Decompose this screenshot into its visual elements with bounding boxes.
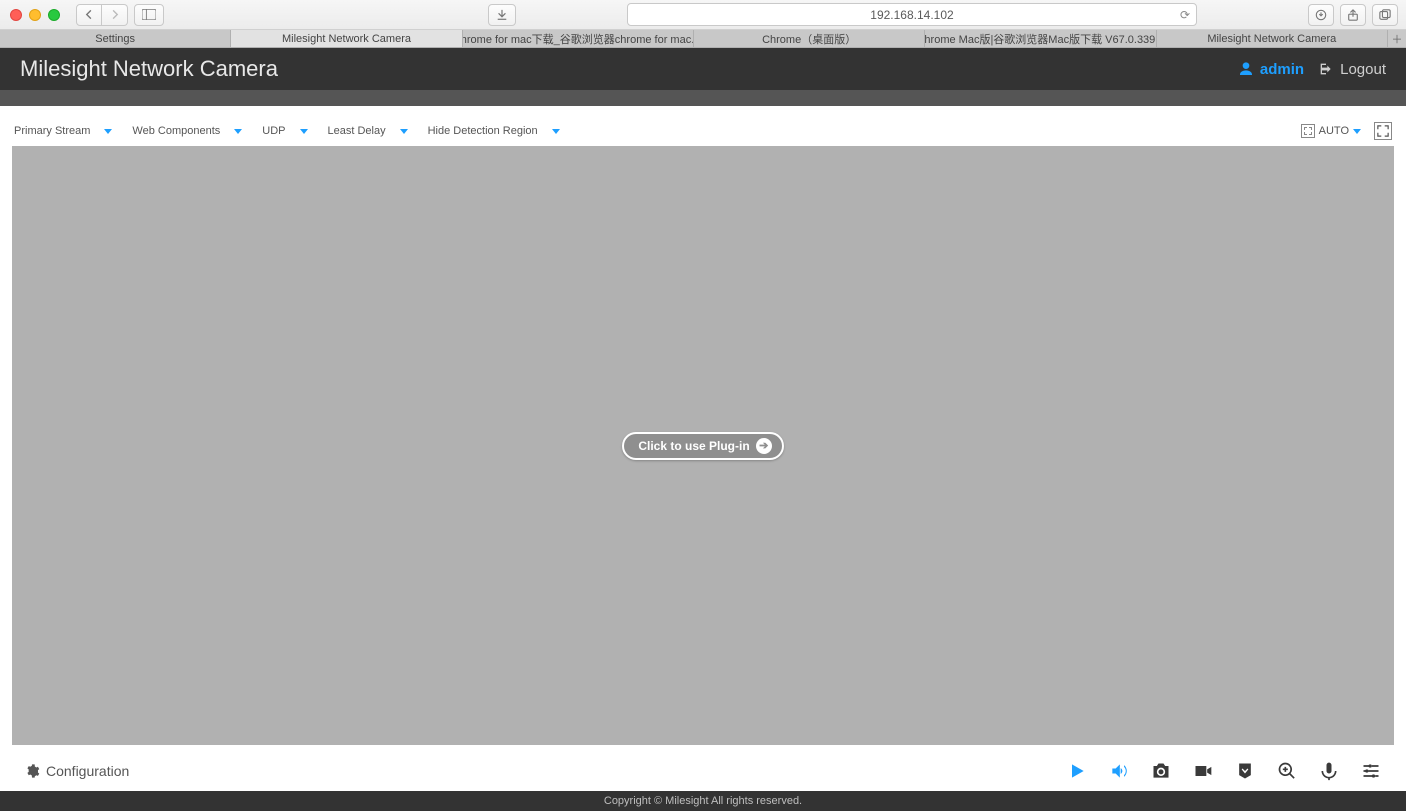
toolbar-right <box>1308 4 1398 26</box>
user-icon <box>1238 61 1254 77</box>
copyright: Copyright © Milesight All rights reserve… <box>604 795 802 807</box>
app-header: Milesight Network Camera admin Logout <box>0 48 1406 90</box>
sliders-icon <box>1361 761 1381 781</box>
chevron-down-icon <box>104 129 112 134</box>
use-plugin-button[interactable]: Click to use Plug-in ➔ <box>622 432 783 460</box>
volume-button[interactable] <box>1108 760 1130 782</box>
tab-milesight-camera-2[interactable]: Milesight Network Camera <box>1157 30 1388 47</box>
tabs-overview-button[interactable] <box>1372 4 1398 26</box>
control-icons <box>1066 760 1382 782</box>
plugin-label: Click to use Plug-in <box>638 439 749 453</box>
chevron-down-icon <box>400 129 408 134</box>
tab-chrome-mac-download[interactable]: chrome for mac下载_谷歌浏览器chrome for mac... <box>463 30 694 47</box>
sidebar-toggle-button[interactable] <box>134 4 164 26</box>
header-substrip <box>0 90 1406 106</box>
protocol-dropdown[interactable]: UDP <box>262 125 307 137</box>
logout-icon <box>1318 61 1334 77</box>
new-tab-button[interactable]: ＋ <box>1388 30 1406 47</box>
downloads-button[interactable] <box>1308 4 1334 26</box>
address-bar[interactable]: 192.168.14.102 ⟳ <box>627 3 1197 26</box>
video-area: Click to use Plug-in ➔ <box>12 146 1394 745</box>
logout-label: Logout <box>1340 61 1386 78</box>
download-icon <box>1235 761 1255 781</box>
footer: Copyright © Milesight All rights reserve… <box>0 791 1406 811</box>
zoom-window-icon[interactable] <box>48 9 60 21</box>
engine-dropdown[interactable]: Web Components <box>132 125 242 137</box>
snapshot-button[interactable] <box>1150 760 1172 782</box>
microphone-button[interactable] <box>1318 760 1340 782</box>
auto-size-dropdown[interactable]: AUTO <box>1300 121 1362 141</box>
user-name: admin <box>1260 61 1304 78</box>
fullscreen-icon <box>1377 125 1389 137</box>
arrow-right-circle-icon: ➔ <box>756 438 772 454</box>
chevron-down-icon <box>234 129 242 134</box>
tab-chrome-mac-v67[interactable]: Chrome Mac版|谷歌浏览器Mac版下载 V67.0.339... <box>925 30 1156 47</box>
microphone-icon <box>1319 761 1339 781</box>
record-button[interactable] <box>1192 760 1214 782</box>
chevron-down-icon <box>300 129 308 134</box>
stream-dropdown[interactable]: Primary Stream <box>14 125 112 137</box>
configuration-label: Configuration <box>46 763 129 779</box>
tab-strip: Settings Milesight Network Camera chrome… <box>0 30 1406 48</box>
minimize-window-icon[interactable] <box>29 9 41 21</box>
nav-buttons <box>76 4 128 26</box>
reload-icon[interactable]: ⟳ <box>1180 8 1190 22</box>
zoom-button[interactable] <box>1276 760 1298 782</box>
user-indicator[interactable]: admin <box>1238 61 1304 78</box>
aspect-ratio-icon <box>1301 124 1315 138</box>
fullscreen-button[interactable] <box>1374 122 1392 140</box>
tab-milesight-camera[interactable]: Milesight Network Camera <box>231 30 462 47</box>
volume-icon <box>1109 761 1129 781</box>
logout-button[interactable]: Logout <box>1318 61 1386 78</box>
configuration-link[interactable]: Configuration <box>24 763 129 779</box>
zoom-in-icon <box>1277 761 1297 781</box>
back-button[interactable] <box>76 4 102 26</box>
bottom-bar: Configuration <box>12 751 1394 791</box>
share-button[interactable] <box>1340 4 1366 26</box>
chevron-down-icon <box>1353 129 1361 134</box>
content: Primary Stream Web Components UDP Least … <box>0 106 1406 791</box>
play-button[interactable] <box>1066 760 1088 782</box>
video-settings-button[interactable] <box>1360 760 1382 782</box>
play-icon <box>1067 761 1087 781</box>
tab-chrome-desktop[interactable]: Chrome（桌面版） <box>694 30 925 47</box>
camera-icon <box>1151 761 1171 781</box>
detection-region-dropdown[interactable]: Hide Detection Region <box>428 125 560 137</box>
latency-dropdown[interactable]: Least Delay <box>328 125 408 137</box>
forward-button[interactable] <box>102 4 128 26</box>
window-controls <box>10 9 60 21</box>
download-button[interactable] <box>1234 760 1256 782</box>
browser-toolbar: 192.168.14.102 ⟳ <box>0 0 1406 30</box>
tab-settings[interactable]: Settings <box>0 30 231 47</box>
close-window-icon[interactable] <box>10 9 22 21</box>
view-toolbar: Primary Stream Web Components UDP Least … <box>12 116 1394 146</box>
page-title: Milesight Network Camera <box>20 56 1238 82</box>
video-icon <box>1193 761 1213 781</box>
gear-icon <box>24 763 40 779</box>
chevron-down-icon <box>552 129 560 134</box>
downloads-shelf-button[interactable] <box>488 4 516 26</box>
address-text: 192.168.14.102 <box>870 8 953 22</box>
